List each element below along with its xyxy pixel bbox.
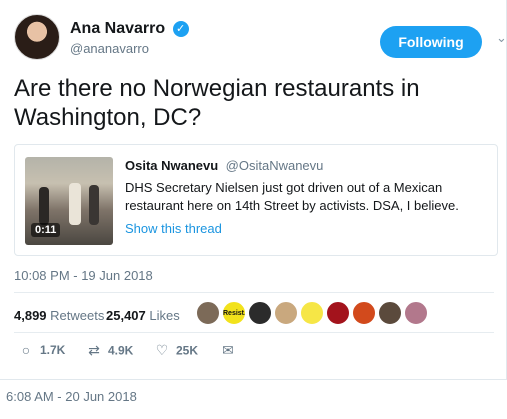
like-count: 25K [176,343,199,358]
engagement-stats: 4,899 Retweets 25,407 Likes Resist. [14,300,494,330]
retweet-count: 4.9K [108,343,134,358]
retweets-count: 4,899 [14,308,47,323]
quoted-tweet-body: Osita Nwanevu @OsitaNwanevu DHS Secretar… [125,157,493,236]
liker-avatar[interactable] [352,301,376,325]
liker-avatar[interactable] [274,301,298,325]
show-thread-link[interactable]: Show this thread [125,221,493,236]
likes-label: Likes [149,308,180,323]
liker-avatar[interactable] [326,301,350,325]
liker-avatar[interactable]: Resist. [222,301,246,325]
video-thumbnail[interactable]: 0:11 [25,157,113,245]
like-button[interactable]: ♡ 25K [154,342,198,359]
video-duration-badge: 0:11 [31,223,61,237]
direct-message-button[interactable]: ✉ [220,342,242,359]
heart-icon: ♡ [155,342,169,358]
liker-avatar[interactable] [300,301,324,325]
retweets-stat[interactable]: 4,899 Retweets [14,308,104,323]
video-figure [39,187,49,225]
divider [14,332,494,333]
video-figure [69,183,81,225]
author-name[interactable]: Ana Navarro [70,20,165,38]
following-button[interactable]: Following [380,26,482,58]
chevron-down-icon[interactable]: ⌄ [496,30,507,46]
liker-avatar[interactable] [196,301,220,325]
liker-avatar[interactable] [404,301,428,325]
quoted-tweet-text: DHS Secretary Nielsen just got driven ou… [125,180,459,213]
author-handle[interactable]: @ananavarro [70,41,189,56]
retweets-label: Retweets [50,308,105,323]
quoted-author-name: Osita Nwanevu [125,158,219,173]
tweet-actions: ○ 1.7K ⇄ 4.9K ♡ 25K ✉ [14,340,494,364]
tweet-header: Ana Navarro ✓ @ananavarro Following ⌄ [14,14,507,62]
quoted-tweet[interactable]: 0:11 Osita Nwanevu @OsitaNwanevu DHS Sec… [14,144,498,256]
envelope-icon: ✉ [222,342,234,358]
likes-count: 25,407 [106,308,146,323]
video-figure [89,185,99,225]
likes-stat[interactable]: 25,407 Likes [106,308,180,323]
liker-avatar[interactable] [378,301,402,325]
liker-avatar[interactable] [248,301,272,325]
reply-icon: ○ [21,342,31,358]
retweet-icon: ⇄ [88,342,100,358]
tweet-timestamp[interactable]: 10:08 PM - 19 Jun 2018 [14,268,153,283]
divider [14,292,494,293]
tweet-card: Ana Navarro ✓ @ananavarro Following ⌄ Ar… [0,0,507,380]
retweet-button[interactable]: ⇄ 4.9K [86,342,133,359]
author-avatar[interactable] [14,14,60,60]
verified-badge-icon: ✓ [172,21,189,37]
quoted-author-handle: @OsitaNwanevu [225,158,324,173]
reply-count: 1.7K [40,343,66,357]
capture-timestamp: 6:08 AM - 20 Jun 2018 [6,389,137,404]
reply-button[interactable]: ○ 1.7K [18,342,66,358]
tweet-text: Are there no Norwegian restaurants in Wa… [14,75,420,131]
author-name-block[interactable]: Ana Navarro ✓ @ananavarro [70,20,189,56]
